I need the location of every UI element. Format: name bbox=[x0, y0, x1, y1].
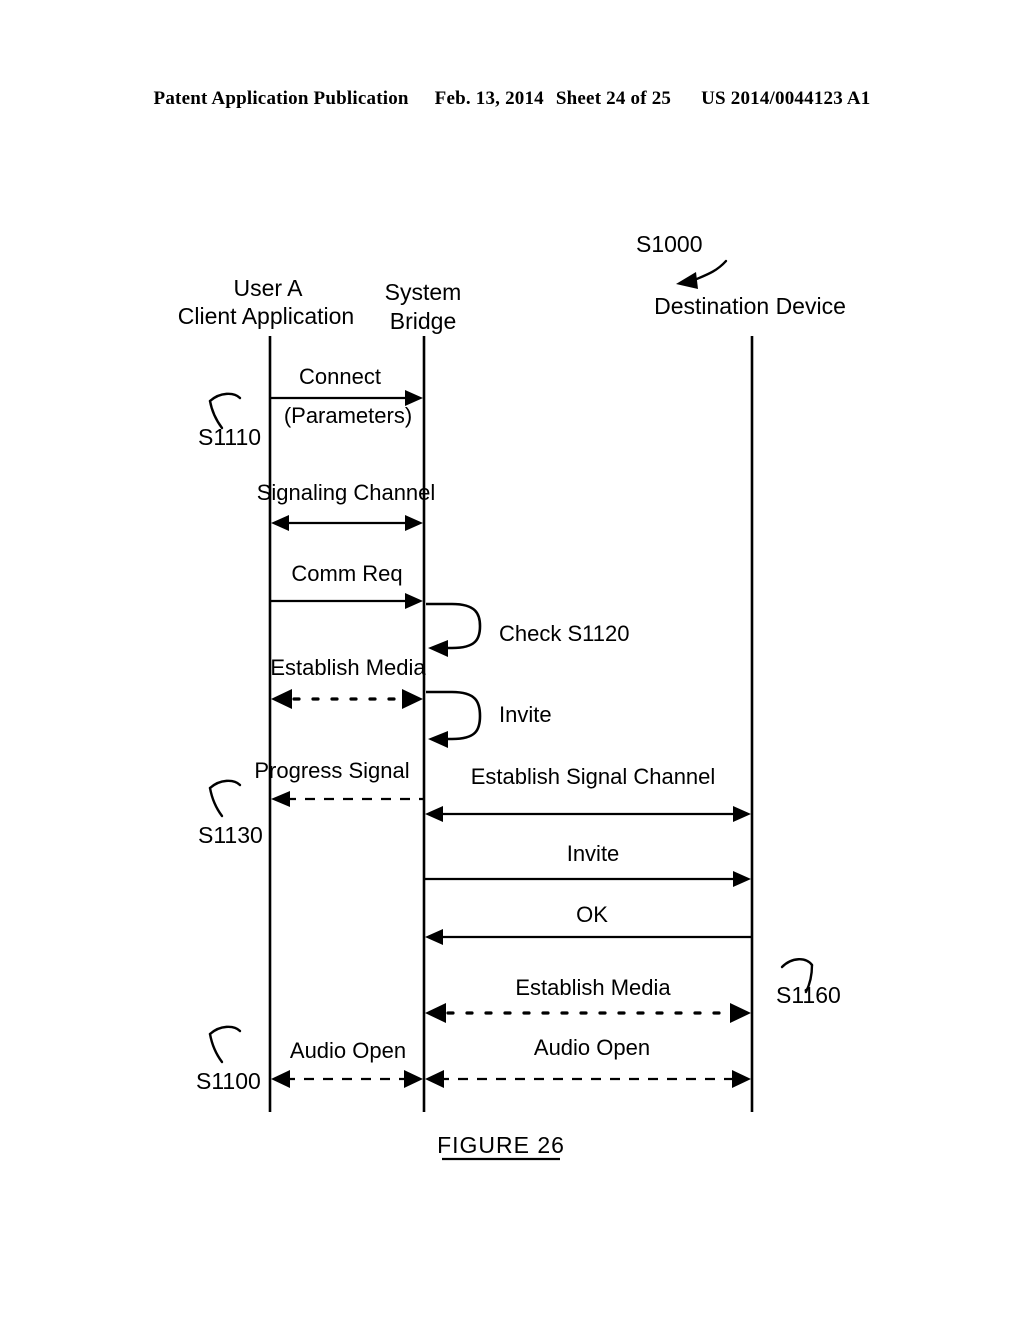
message-arrowhead-signaling-channel-left bbox=[271, 515, 289, 531]
message-arrowhead-signaling-channel-right bbox=[405, 515, 423, 531]
message-label-establish-signal-channel: Establish Signal Channel bbox=[471, 764, 716, 789]
message-arrowhead-audio-open-left-east bbox=[404, 1070, 423, 1088]
message-arrowhead-establish-media-right-east bbox=[730, 1003, 751, 1023]
message-label-invite-self: Invite bbox=[499, 702, 552, 727]
message-label-connect: Connect bbox=[299, 364, 381, 389]
message-label-establish-media-left: Establish Media bbox=[270, 655, 426, 680]
message-label-establish-media-right: Establish Media bbox=[515, 975, 671, 1000]
sequence-diagram: User A Client Application System Bridge … bbox=[178, 231, 846, 1161]
lifeline-label-bridge-line1: System bbox=[385, 279, 462, 305]
message-arrowhead-comm-req bbox=[405, 593, 423, 609]
step-ref-s1000: S1000 bbox=[636, 231, 703, 257]
message-arrowhead-ok bbox=[425, 929, 443, 945]
message-label-audio-open-left: Audio Open bbox=[290, 1038, 406, 1063]
message-arrowhead-audio-open-left-west bbox=[271, 1070, 290, 1088]
message-arrowhead-progress-signal bbox=[271, 791, 290, 807]
s1130-pointer-tail bbox=[208, 786, 224, 818]
message-label-invite: Invite bbox=[567, 841, 620, 866]
step-ref-s1110: S1110 bbox=[198, 424, 261, 450]
message-arrowhead-establish-media-left-west bbox=[271, 689, 292, 709]
s1160-pointer-curve bbox=[780, 958, 814, 969]
message-arrowhead-invite-self bbox=[428, 731, 448, 748]
message-loop-check bbox=[426, 602, 482, 650]
message-sublabel-connect-parameters: (Parameters) bbox=[284, 403, 412, 428]
message-label-comm-req: Comm Req bbox=[291, 561, 402, 586]
s1100-pointer-curve bbox=[208, 1025, 242, 1036]
message-arrowhead-establish-media-left-east bbox=[402, 689, 423, 709]
message-arrowhead-establish-signal-channel-west bbox=[425, 806, 443, 822]
message-arrowhead-audio-open-right-east bbox=[732, 1070, 751, 1088]
s1000-pointer-arrowhead bbox=[676, 272, 698, 289]
lifeline-label-client-line2: Client Application bbox=[178, 303, 354, 329]
message-arrowhead-establish-signal-channel-east bbox=[733, 806, 751, 822]
step-ref-s1100: S1100 bbox=[196, 1068, 261, 1094]
message-arrowhead-audio-open-right-west bbox=[425, 1070, 444, 1088]
s1000-pointer-curve bbox=[690, 259, 728, 283]
step-ref-s1130: S1130 bbox=[198, 822, 263, 848]
figure-caption: FIGURE 26 bbox=[437, 1132, 565, 1158]
message-label-audio-open-right: Audio Open bbox=[534, 1035, 650, 1060]
s1130-pointer-curve bbox=[208, 779, 242, 790]
message-label-progress-signal: Progress Signal bbox=[254, 758, 409, 783]
message-arrowhead-check bbox=[428, 640, 448, 657]
message-loop-invite-self bbox=[426, 690, 482, 741]
lifeline-label-bridge-line2: Bridge bbox=[390, 308, 456, 334]
s1110-pointer-curve bbox=[208, 392, 242, 403]
lifeline-label-client-line1: User A bbox=[233, 275, 303, 301]
message-label-check: Check S1120 bbox=[499, 621, 629, 646]
lifeline-label-destination: Destination Device bbox=[654, 293, 846, 319]
step-ref-s1160: S1160 bbox=[776, 982, 841, 1008]
message-label-signaling-channel: Signaling Channel bbox=[257, 480, 436, 505]
message-arrowhead-establish-media-right-west bbox=[425, 1003, 446, 1023]
s1100-pointer-tail bbox=[208, 1032, 224, 1064]
message-label-ok: OK bbox=[576, 902, 608, 927]
patent-page: Patent Application Publication Feb. 13, 2… bbox=[0, 0, 1024, 1320]
message-arrowhead-invite bbox=[733, 871, 751, 887]
